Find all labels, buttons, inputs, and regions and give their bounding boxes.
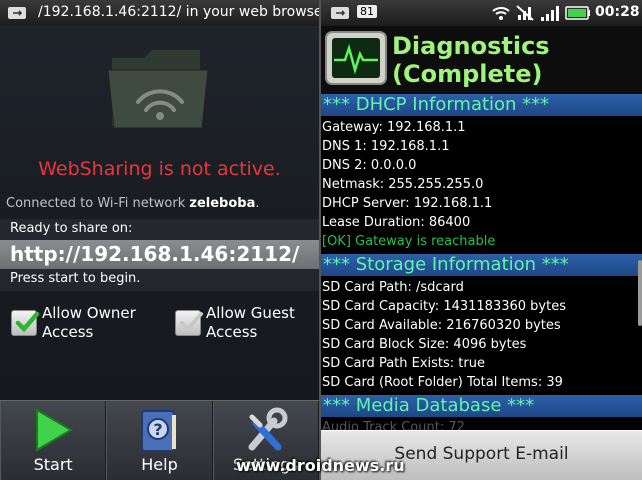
tools-icon — [248, 407, 288, 451]
wifi-icon — [492, 7, 510, 20]
allow-owner-label: Allow Owner Access — [42, 304, 136, 341]
storage-section-header: *** Storage Information *** — [321, 254, 642, 276]
heartbeat-monitor-icon — [325, 31, 387, 85]
connected-prefix: Connected to Wi-Fi network — [6, 196, 190, 211]
title-line-2: (Complete) — [392, 60, 543, 88]
notification-text: /192.168.1.46:2112/ in your web browser. — [38, 4, 319, 20]
status-bar: 81 00:28 — [321, 0, 642, 26]
gateway-ok-status: [OK] Gateway is reachable — [322, 234, 496, 249]
dhcp-line: DNS 1: 192.168.1.1 — [322, 139, 450, 154]
storage-line: SD Card (Root Folder) Total Items: 39 — [322, 375, 563, 390]
help-button[interactable]: ? Help — [106, 401, 213, 480]
notification-badge: 81 — [357, 5, 377, 18]
dhcp-line: Lease Duration: 86400 — [322, 215, 471, 230]
media-section-header: *** Media Database *** — [321, 395, 642, 417]
connected-suffix: . — [255, 196, 260, 211]
start-label: Start — [33, 455, 73, 474]
storage-line: SD Card Block Size: 4096 bytes — [322, 337, 527, 352]
status-bar: /192.168.1.46:2112/ in your web browser. — [0, 0, 319, 26]
allow-guest-access-option[interactable]: Allow Guest Access — [175, 304, 316, 342]
svg-text:?: ? — [154, 420, 163, 439]
allow-owner-checkbox[interactable] — [11, 310, 40, 336]
share-url: http://192.168.1.46:2112/ — [10, 242, 300, 266]
sharing-status-message: WebSharing is not active. — [38, 158, 281, 180]
press-start-hint: Press start to begin. — [10, 271, 141, 286]
usb-icon — [331, 7, 349, 19]
storage-line: SD Card Capacity: 1431183360 bytes — [322, 299, 566, 314]
dhcp-line: DHCP Server: 192.168.1.1 — [322, 196, 493, 211]
checkmark-icon — [15, 311, 40, 333]
signal-off-icon — [516, 5, 534, 21]
wifi-connection-info: Connected to Wi-Fi network zeleboba. — [6, 196, 260, 211]
scrollbar[interactable] — [638, 260, 642, 326]
storage-line: SD Card Path Exists: true — [322, 356, 485, 371]
usb-icon — [8, 7, 26, 19]
ready-label: Ready to share on: — [10, 221, 133, 236]
signal-bars-icon — [541, 6, 559, 21]
page-title: Diagnostics (Complete) — [392, 32, 550, 88]
start-button[interactable]: Start — [0, 401, 107, 480]
dhcp-line: Gateway: 192.168.1.1 — [322, 120, 466, 135]
allow-owner-access-option[interactable]: Allow Owner Access — [11, 304, 152, 342]
dhcp-line: Netmask: 255.255.255.0 — [322, 177, 484, 192]
help-book-icon: ? — [141, 410, 177, 452]
dhcp-section-header: *** DHCP Information *** — [321, 94, 642, 116]
watermark: www.droidnews.ru — [236, 456, 405, 475]
battery-icon — [565, 6, 590, 20]
play-icon — [36, 408, 74, 452]
clock: 00:28 — [595, 4, 640, 20]
storage-line: SD Card Available: 216760320 bytes — [322, 318, 561, 333]
storage-line: SD Card Path: /sdcard — [322, 280, 464, 295]
help-label: Help — [141, 455, 178, 474]
diagnostics-screen: 81 00:28 Diagnostics (Complete) *** DHCP… — [321, 0, 642, 480]
network-name: zeleboba — [189, 196, 256, 211]
checkmark-icon — [180, 312, 203, 332]
websharing-screen: /192.168.1.46:2112/ in your web browser.… — [0, 0, 319, 480]
title-line-1: Diagnostics — [392, 32, 550, 60]
allow-guest-label: Allow Guest Access — [206, 304, 295, 341]
dhcp-line: DNS 2: 0.0.0.0 — [322, 158, 417, 173]
wifi-folder-icon — [107, 50, 209, 129]
allow-guest-checkbox[interactable] — [175, 310, 203, 336]
